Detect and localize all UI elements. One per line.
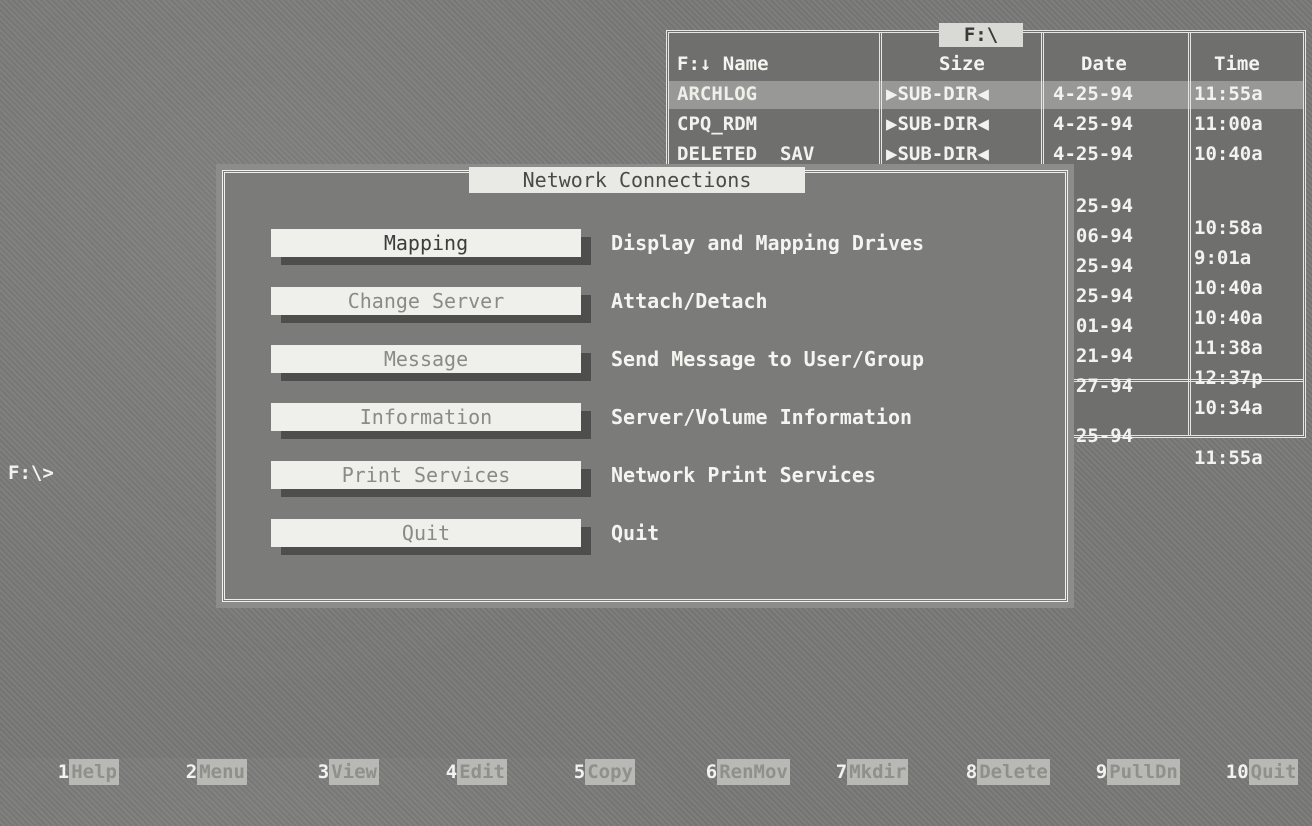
fkey-label: Delete xyxy=(977,759,1050,785)
menu-description: Quit xyxy=(611,521,660,545)
fkey-number: 9 xyxy=(1095,761,1108,783)
menu-row-mapping: Mapping Display and Mapping Drives xyxy=(271,229,1051,265)
file-name: ARCHLOG xyxy=(677,83,758,105)
menu-row-quit: Quit Quit xyxy=(271,519,1051,555)
fkey-number: 2 xyxy=(185,761,198,783)
fkey-renmov[interactable]: 6 RenMov xyxy=(660,718,790,785)
fkey-help[interactable]: 1 Help xyxy=(12,718,119,785)
fkey-label: RenMov xyxy=(717,759,790,785)
fkey-edit[interactable]: 4 Edit xyxy=(400,718,507,785)
fkey-label: View xyxy=(329,759,379,785)
file-date: 4-25-94 xyxy=(1053,143,1134,165)
fkey-number: 1 xyxy=(57,761,70,783)
file-date: 4-25-94 xyxy=(1053,83,1134,105)
file-time: 10:40a xyxy=(1194,277,1263,299)
file-time: 11:55a xyxy=(1194,83,1263,105)
fkey-number: 7 xyxy=(835,761,848,783)
file-time: 11:55a xyxy=(1194,447,1263,469)
menu-row-change-server: Change Server Attach/Detach xyxy=(271,287,1051,323)
menu-row-message: Message Send Message to User/Group xyxy=(271,345,1051,381)
file-name: DELETED SAV xyxy=(677,143,815,165)
menu-row-information: Information Server/Volume Information xyxy=(271,403,1051,439)
file-row[interactable]: CPQ_RDM ▶SUB-DIR◀ 4-25-94 11:00a xyxy=(669,111,1303,139)
file-size: ▶SUB-DIR◀ xyxy=(886,83,989,105)
fkey-number: 4 xyxy=(445,761,458,783)
file-time: 10:34a xyxy=(1194,397,1263,419)
file-time: 11:38a xyxy=(1194,337,1263,359)
panel-title: F:\ xyxy=(939,23,1023,47)
information-button[interactable]: Information xyxy=(271,403,581,431)
fkey-label: Help xyxy=(69,759,119,785)
menu-description: Server/Volume Information xyxy=(611,405,913,429)
fkey-pulldn[interactable]: 9 PullDn xyxy=(1050,718,1180,785)
menu-description: Display and Mapping Drives xyxy=(611,231,925,255)
fkey-label: Mkdir xyxy=(847,759,909,785)
column-header-name[interactable]: F:↓ Name xyxy=(677,53,769,75)
column-header-time[interactable]: Time xyxy=(1214,53,1260,75)
fkey-label: Quit xyxy=(1248,759,1299,785)
change-server-button[interactable]: Change Server xyxy=(271,287,581,315)
file-row[interactable]: DELETED SAV ▶SUB-DIR◀ 4-25-94 10:40a xyxy=(669,141,1303,169)
fkey-number: 8 xyxy=(965,761,978,783)
mapping-button[interactable]: Mapping xyxy=(271,229,581,257)
fkey-menu[interactable]: 2 Menu xyxy=(140,718,247,785)
fkey-number: 10 xyxy=(1225,761,1249,783)
file-name: CPQ_RDM xyxy=(677,113,758,135)
fkey-label: PullDn xyxy=(1107,759,1180,785)
fkey-view[interactable]: 3 View xyxy=(272,718,379,785)
fkey-mkdir[interactable]: 7 Mkdir xyxy=(790,718,909,785)
message-button[interactable]: Message xyxy=(271,345,581,373)
fkey-number: 3 xyxy=(317,761,330,783)
fkey-label: Copy xyxy=(585,759,635,785)
fkey-quit[interactable]: 10 Quit xyxy=(1180,718,1299,785)
fkey-label: Edit xyxy=(457,759,507,785)
menu-description: Attach/Detach xyxy=(611,289,768,313)
menu-description: Send Message to User/Group xyxy=(611,347,925,371)
column-header-size[interactable]: Size xyxy=(939,53,985,75)
column-header-date[interactable]: Date xyxy=(1081,53,1127,75)
fkey-number: 6 xyxy=(705,761,718,783)
file-time: 10:58a xyxy=(1194,217,1263,239)
file-size: ▶SUB-DIR◀ xyxy=(886,113,989,135)
network-connections-dialog: Network Connections Mapping Display and … xyxy=(216,164,1074,608)
file-time: 9:01a xyxy=(1194,247,1252,269)
file-time: 11:00a xyxy=(1194,113,1263,135)
file-row-selected[interactable]: ARCHLOG ▶SUB-DIR◀ 4-25-94 11:55a xyxy=(669,81,1303,109)
file-date: 4-25-94 xyxy=(1053,113,1134,135)
menu-description: Network Print Services xyxy=(611,463,876,487)
fkey-delete[interactable]: 8 Delete xyxy=(920,718,1050,785)
command-prompt[interactable]: F:\> xyxy=(8,462,54,484)
dialog-title: Network Connections xyxy=(469,167,805,193)
function-key-bar: 1 Help 2 Menu 3 View 4 Edit 5 Copy 6 RenMov 7M… xyxy=(0,718,1312,785)
fkey-number: 5 xyxy=(573,761,586,783)
menu-row-print-services: Print Services Network Print Services xyxy=(271,461,1051,497)
file-time: 10:40a xyxy=(1194,143,1263,165)
fkey-copy[interactable]: 5 Copy xyxy=(528,718,635,785)
file-size: ▶SUB-DIR◀ xyxy=(886,143,989,165)
quit-button[interactable]: Quit xyxy=(271,519,581,547)
fkey-label: Menu xyxy=(197,759,247,785)
file-time: 10:40a xyxy=(1194,307,1263,329)
file-time: 12:37p xyxy=(1194,367,1263,389)
print-services-button[interactable]: Print Services xyxy=(271,461,581,489)
